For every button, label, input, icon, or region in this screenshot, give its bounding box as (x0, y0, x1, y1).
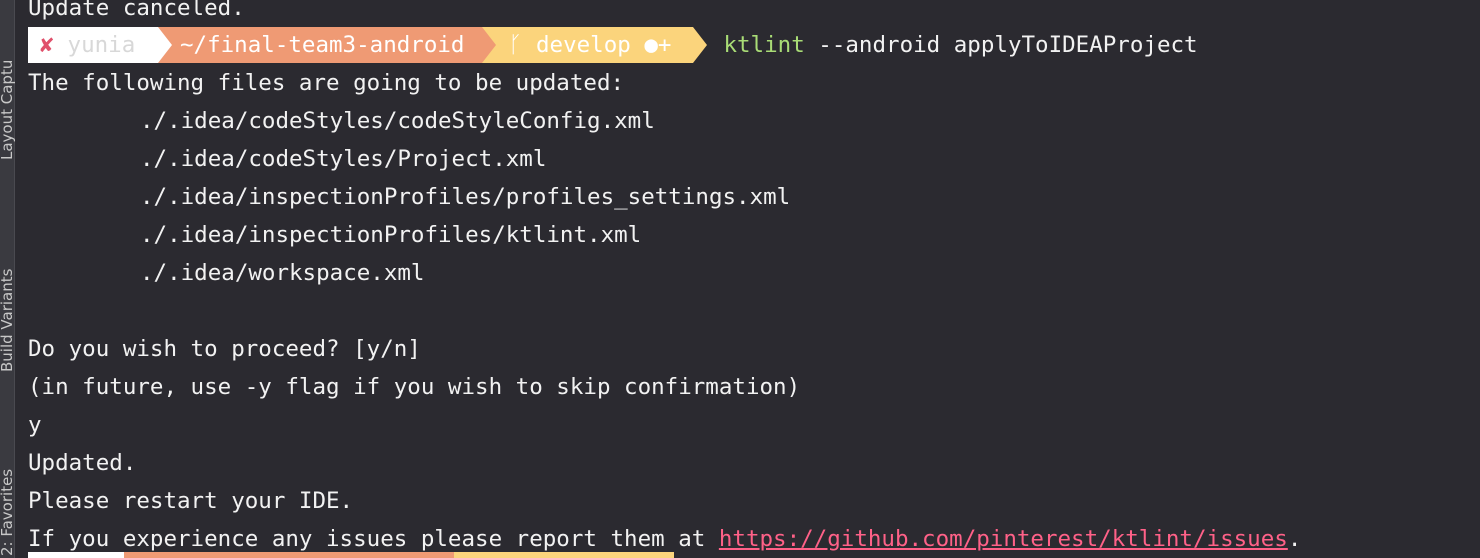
tool-window-strip: Layout Captu Build Variants 2: Favorites (0, 0, 16, 558)
output-line-restart: Please restart your IDE. (28, 488, 354, 514)
prompt-status-segment: ✘ yunia (28, 27, 158, 63)
prompt-path-segment: ~/final-team3-android (158, 27, 483, 63)
terminal-output[interactable]: Update canceled. ✘ yunia ~/final-team3-a… (28, 0, 1468, 558)
output-line-update-canceled: Update canceled. (28, 0, 245, 21)
next-prompt-fragment (28, 552, 674, 558)
output-line-hint: (in future, use -y flag if you wish to s… (28, 374, 801, 400)
file-path-line: ./.idea/codeStyles/codeStyleConfig.xml (140, 108, 655, 134)
tab-layout-captures[interactable]: Layout Captu (0, 60, 16, 160)
shell-prompt: ✘ yunia ~/final-team3-android ᚴ develop … (28, 27, 1198, 63)
output-line-question: Do you wish to proceed? [y/n] (28, 336, 421, 362)
prompt-user: yunia (67, 32, 136, 58)
command-args: --android applyToIDEAProject (804, 32, 1198, 58)
issues-suffix: . (1287, 526, 1302, 552)
output-line-answer: y (28, 412, 42, 438)
prompt-path: ~/final-team3-android (180, 32, 465, 58)
powerline-separator-icon (158, 27, 172, 63)
tab-favorites[interactable]: 2: Favorites (0, 469, 16, 556)
error-status-icon: ✘ (40, 32, 54, 58)
file-path-line: ./.idea/inspectionProfiles/profiles_sett… (140, 184, 791, 210)
output-line-intro: The following files are going to be upda… (28, 70, 625, 96)
git-branch-icon: ᚴ (508, 32, 522, 58)
file-path-line: ./.idea/codeStyles/Project.xml (140, 146, 547, 172)
file-path-line: ./.idea/inspectionProfiles/ktlint.xml (140, 222, 642, 248)
prompt-branch: develop ●+ (536, 32, 672, 58)
file-path-line: ./.idea/workspace.xml (140, 260, 425, 286)
powerline-separator-icon (482, 27, 497, 63)
command-name: ktlint (723, 32, 805, 58)
powerline-separator-icon (693, 27, 708, 63)
issues-link[interactable]: https://github.com/pinterest/ktlint/issu… (719, 526, 1288, 552)
output-line-updated: Updated. (28, 450, 137, 476)
prompt-git-segment: ᚴ develop ●+ (482, 27, 694, 63)
tab-build-variants[interactable]: Build Variants (0, 269, 16, 372)
issues-text: If you experience any issues please repo… (28, 526, 719, 552)
